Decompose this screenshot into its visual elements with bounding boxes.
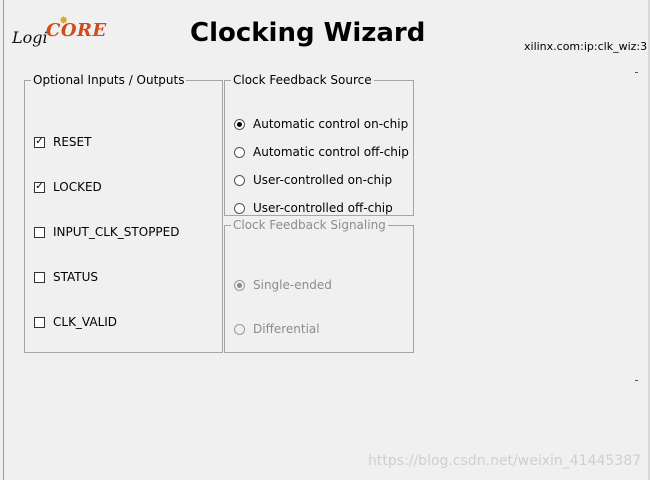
radio-circle — [234, 202, 245, 214]
radio-differential[interactable]: Differential — [234, 322, 320, 336]
radio-auto-on-chip[interactable]: Automatic control on-chip — [234, 117, 408, 131]
edge-tick-mark — [635, 380, 638, 381]
optional-io-legend: Optional Inputs / Outputs — [33, 73, 185, 87]
checkbox-label: LOCKED — [53, 180, 102, 194]
feedback-source-legend: Clock Feedback Source — [233, 73, 372, 87]
ip-vlnv-label: xilinx.com:ip:clk_wiz:3 — [524, 40, 648, 53]
window-left-border — [3, 0, 4, 480]
radio-label: Automatic control off-chip — [253, 145, 409, 159]
radio-label: User-controlled on-chip — [253, 173, 393, 187]
radio-user-off-chip[interactable]: User-controlled off-chip — [234, 201, 393, 215]
watermark-text: https://blog.csdn.net/weixin_41445387 — [368, 453, 642, 469]
radio-single-ended[interactable]: Single-ended — [234, 278, 332, 292]
status-checkbox[interactable]: STATUS — [34, 270, 98, 284]
page-title: Clocking Wizard — [190, 18, 426, 48]
checkbox-label: STATUS — [53, 270, 99, 284]
radio-label: Differential — [253, 322, 320, 336]
edge-tick-mark — [635, 72, 638, 73]
checkbox-label: CLK_VALID — [53, 315, 118, 329]
locked-checkbox[interactable]: ✓ LOCKED — [34, 180, 102, 194]
feedback-signaling-group: Clock Feedback Signaling Single-ended Di… — [224, 218, 414, 353]
clk-valid-checkbox[interactable]: CLK_VALID — [34, 315, 117, 329]
checkbox-label: RESET — [53, 135, 92, 149]
checkbox-box — [34, 316, 45, 328]
feedback-source-group: Clock Feedback Source Automatic control … — [224, 73, 414, 216]
optional-io-group: Optional Inputs / Outputs ✓ RESET ✓ LOCK… — [24, 73, 223, 353]
feedback-signaling-legend: Clock Feedback Signaling — [233, 218, 386, 232]
radio-auto-off-chip[interactable]: Automatic control off-chip — [234, 145, 409, 159]
checkbox-box: ✓ — [34, 181, 45, 193]
radio-label: Automatic control on-chip — [253, 117, 409, 131]
checkbox-box — [34, 226, 45, 238]
radio-circle — [234, 174, 245, 186]
logo-core-text: CORE — [46, 20, 107, 41]
input-clk-stopped-checkbox[interactable]: INPUT_CLK_STOPPED — [34, 225, 180, 239]
checkbox-box — [34, 271, 45, 283]
logicore-logo: Logi ✸ CORE — [12, 14, 106, 54]
checkbox-box: ✓ — [34, 136, 45, 148]
radio-user-on-chip[interactable]: User-controlled on-chip — [234, 173, 392, 187]
radio-label: Single-ended — [253, 278, 332, 292]
radio-circle — [234, 146, 245, 158]
logo-logi-text: Logi — [12, 28, 48, 47]
radio-label: User-controlled off-chip — [253, 201, 393, 215]
radio-circle — [234, 323, 245, 335]
radio-circle — [234, 279, 245, 291]
reset-checkbox[interactable]: ✓ RESET — [34, 135, 91, 149]
checkbox-label: INPUT_CLK_STOPPED — [53, 225, 180, 239]
radio-circle — [234, 118, 245, 130]
